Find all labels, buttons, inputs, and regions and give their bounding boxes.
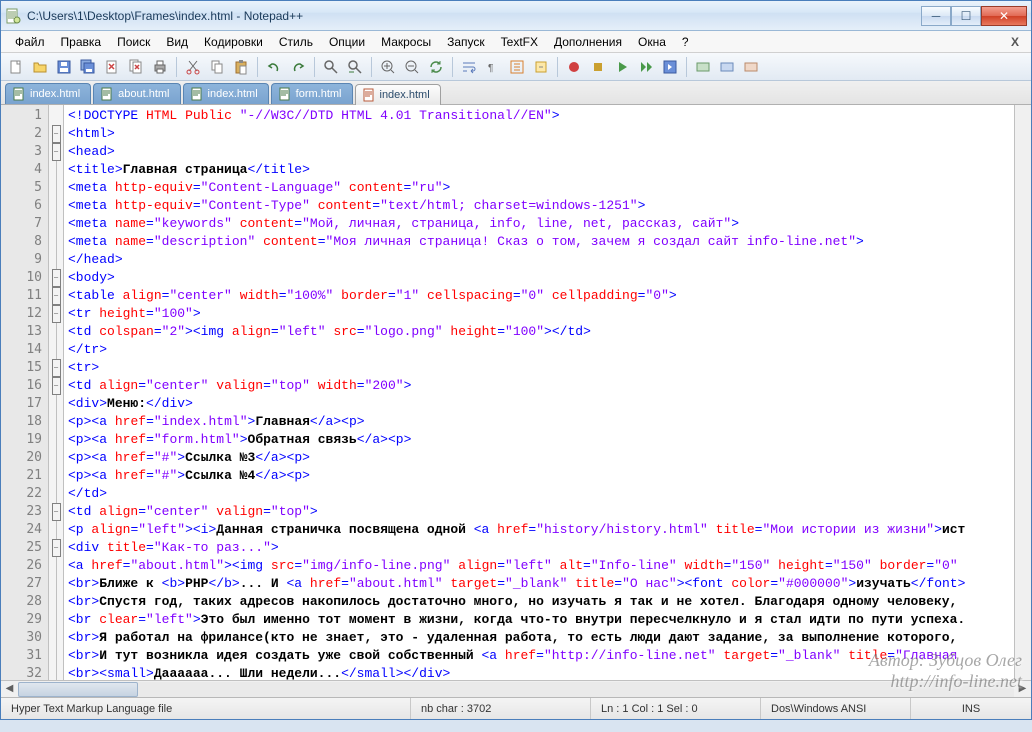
status-filetype: Hyper Text Markup Language file — [1, 698, 411, 719]
menu-textfx[interactable]: TextFX — [493, 33, 546, 51]
tab-label: index.html — [208, 88, 258, 100]
toggle-3-icon[interactable] — [740, 56, 762, 78]
file-icon — [362, 88, 376, 102]
menu-view[interactable]: Вид — [158, 33, 196, 51]
toolbar-separator — [371, 57, 372, 77]
close-file-icon[interactable] — [101, 56, 123, 78]
paste-icon[interactable] — [230, 56, 252, 78]
app-icon — [5, 8, 21, 24]
file-icon — [12, 87, 26, 101]
svg-text:¶: ¶ — [488, 63, 493, 74]
statusbar: Hyper Text Markup Language file nb char … — [1, 697, 1031, 719]
toolbar-separator — [452, 57, 453, 77]
tab-about[interactable]: about.html — [93, 83, 180, 104]
cut-icon[interactable] — [182, 56, 204, 78]
status-mode[interactable]: INS — [911, 698, 1031, 719]
toolbar-separator — [314, 57, 315, 77]
fold-column[interactable]: −−−−−−−−− — [49, 105, 64, 680]
copy-icon[interactable] — [206, 56, 228, 78]
fold-icon[interactable] — [530, 56, 552, 78]
status-nbchar: nb char : 3702 — [411, 698, 591, 719]
app-window: C:\Users\1\Desktop\Frames\index.html - N… — [0, 0, 1032, 720]
open-file-icon[interactable] — [29, 56, 51, 78]
show-all-icon[interactable]: ¶ — [482, 56, 504, 78]
toolbar: ¶ — [1, 53, 1031, 81]
redo-icon[interactable] — [287, 56, 309, 78]
horizontal-scrollbar[interactable]: ◀ ▶ — [1, 680, 1031, 697]
save-all-icon[interactable] — [77, 56, 99, 78]
scroll-left-arrow[interactable]: ◀ — [1, 681, 18, 696]
tab-label: index.html — [380, 89, 430, 101]
toolbar-separator — [557, 57, 558, 77]
scrollbar-thumb[interactable] — [18, 682, 138, 697]
tab-index-2[interactable]: index.html — [183, 83, 269, 104]
tab-index-1[interactable]: index.html — [5, 83, 91, 104]
status-encoding: Dos\Windows ANSI — [761, 698, 911, 719]
menu-file[interactable]: Файл — [7, 33, 53, 51]
play-multiple-icon[interactable] — [635, 56, 657, 78]
file-icon — [190, 87, 204, 101]
line-number-gutter: 1234567891011121314151617181920212223242… — [1, 105, 49, 680]
tab-label: about.html — [118, 88, 169, 100]
close-button[interactable]: ✕ — [981, 6, 1027, 26]
menubar: Файл Правка Поиск Вид Кодировки Стиль Оп… — [1, 31, 1031, 53]
menu-search[interactable]: Поиск — [109, 33, 158, 51]
undo-icon[interactable] — [263, 56, 285, 78]
record-macro-icon[interactable] — [563, 56, 585, 78]
maximize-button[interactable]: ☐ — [951, 6, 981, 26]
new-file-icon[interactable] — [5, 56, 27, 78]
titlebar[interactable]: C:\Users\1\Desktop\Frames\index.html - N… — [1, 1, 1031, 31]
tab-label: form.html — [296, 88, 342, 100]
play-macro-icon[interactable] — [611, 56, 633, 78]
vertical-scrollbar[interactable] — [1014, 105, 1031, 680]
zoom-out-icon[interactable] — [401, 56, 423, 78]
tab-index-active[interactable]: index.html — [355, 84, 441, 105]
editor-area[interactable]: 1234567891011121314151617181920212223242… — [1, 105, 1031, 680]
save-macro-icon[interactable] — [659, 56, 681, 78]
find-icon[interactable] — [320, 56, 342, 78]
sync-icon[interactable] — [425, 56, 447, 78]
menu-style[interactable]: Стиль — [271, 33, 321, 51]
stop-macro-icon[interactable] — [587, 56, 609, 78]
menu-edit[interactable]: Правка — [53, 33, 110, 51]
tabbar: index.html about.html index.html form.ht… — [1, 81, 1031, 105]
word-wrap-icon[interactable] — [458, 56, 480, 78]
status-position: Ln : 1 Col : 1 Sel : 0 — [591, 698, 761, 719]
window-title: C:\Users\1\Desktop\Frames\index.html - N… — [27, 9, 921, 23]
menu-plugins[interactable]: Дополнения — [546, 33, 630, 51]
code-editor[interactable]: <!DOCTYPE HTML Public "-//W3C//DTD HTML … — [64, 105, 1014, 680]
file-icon — [278, 87, 292, 101]
toolbar-separator — [257, 57, 258, 77]
print-icon[interactable] — [149, 56, 171, 78]
menu-encoding[interactable]: Кодировки — [196, 33, 271, 51]
toggle-2-icon[interactable] — [716, 56, 738, 78]
close-all-icon[interactable] — [125, 56, 147, 78]
menu-macros[interactable]: Макросы — [373, 33, 439, 51]
indent-guide-icon[interactable] — [506, 56, 528, 78]
toolbar-separator — [686, 57, 687, 77]
toolbar-separator — [176, 57, 177, 77]
scrollbar-track[interactable] — [18, 682, 1014, 697]
minimize-button[interactable]: ─ — [921, 6, 951, 26]
menu-close-x[interactable]: X — [1005, 35, 1025, 49]
zoom-in-icon[interactable] — [377, 56, 399, 78]
menu-windows[interactable]: Окна — [630, 33, 674, 51]
scroll-right-arrow[interactable]: ▶ — [1014, 681, 1031, 696]
replace-icon[interactable] — [344, 56, 366, 78]
toggle-1-icon[interactable] — [692, 56, 714, 78]
menu-options[interactable]: Опции — [321, 33, 373, 51]
menu-run[interactable]: Запуск — [439, 33, 493, 51]
menu-help[interactable]: ? — [674, 33, 697, 51]
save-icon[interactable] — [53, 56, 75, 78]
file-icon — [100, 87, 114, 101]
tab-form[interactable]: form.html — [271, 83, 353, 104]
tab-label: index.html — [30, 88, 80, 100]
